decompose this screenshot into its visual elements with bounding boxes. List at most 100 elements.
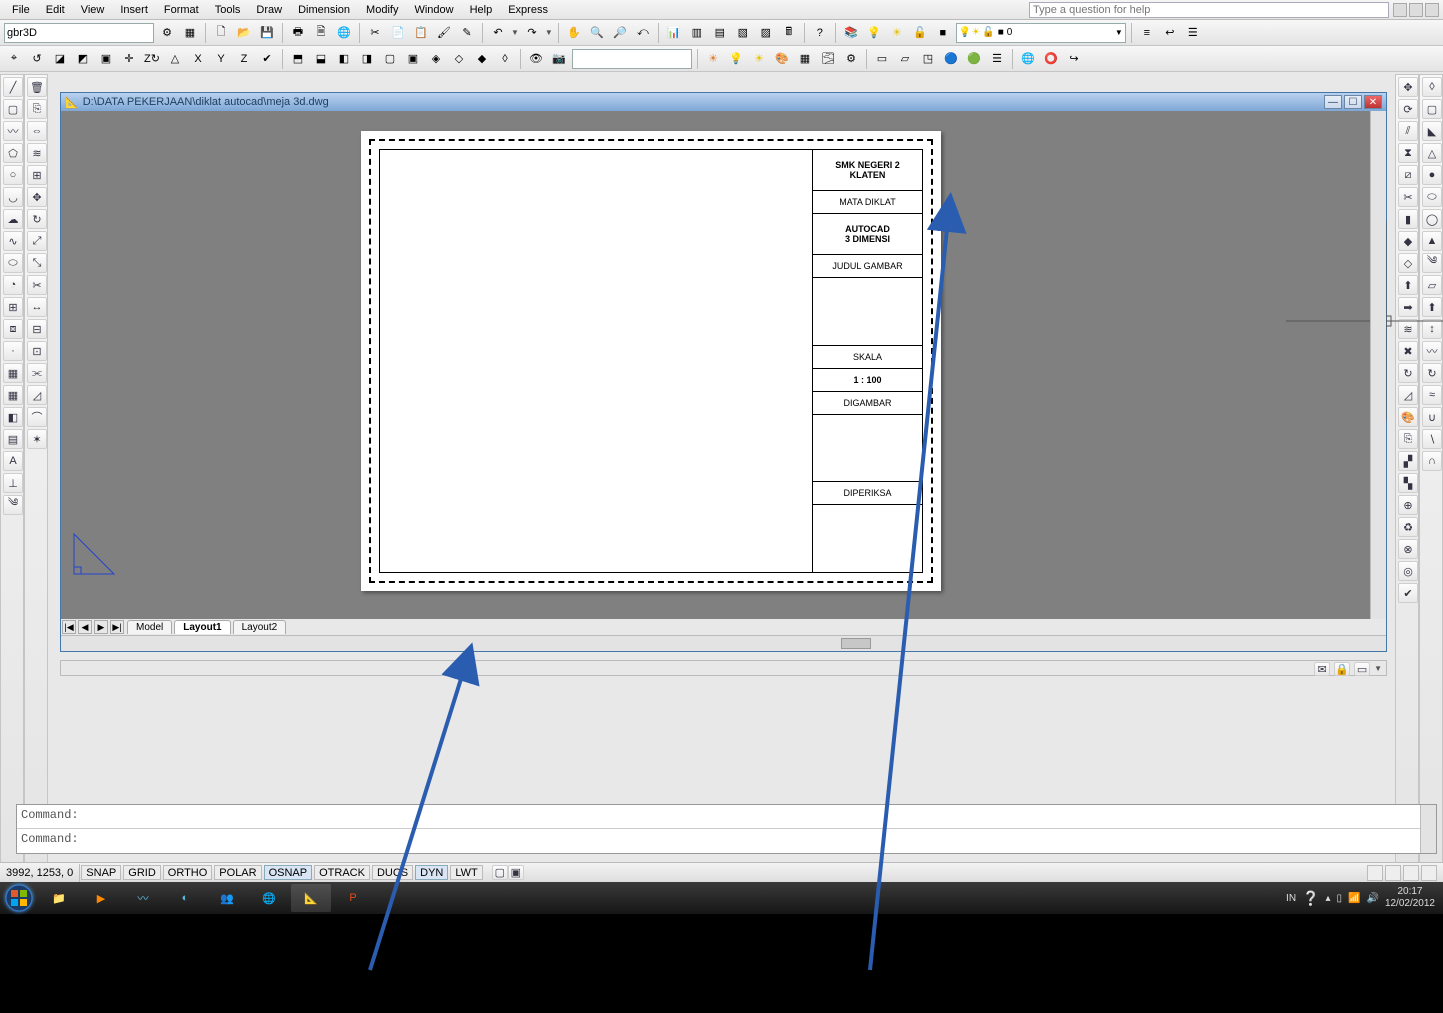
tab-layout2[interactable]: Layout2	[233, 620, 287, 634]
taskbar-media-icon[interactable]: ▶	[81, 884, 121, 912]
taskbar-app3-icon[interactable]: 👥	[207, 884, 247, 912]
ucs-world-icon[interactable]: ⌖	[4, 49, 24, 69]
ucs-face-icon[interactable]: ◪	[50, 49, 70, 69]
break-at-icon[interactable]: ⊟	[27, 319, 47, 339]
taskbar-powerpoint-icon[interactable]: P	[333, 884, 373, 912]
view-left-icon[interactable]: ◧	[334, 49, 354, 69]
menu-draw[interactable]: Draw	[248, 2, 290, 18]
cut-icon[interactable]: ✂	[365, 23, 385, 43]
menu-express[interactable]: Express	[500, 2, 556, 18]
ucs-z-icon[interactable]: Z↻	[142, 49, 162, 69]
close-app-icon[interactable]	[1425, 3, 1439, 17]
vs-3dwire-icon[interactable]: ▱	[895, 49, 915, 69]
print-icon[interactable]: 🖶	[288, 23, 308, 43]
separate-icon[interactable]: ⊗	[1398, 539, 1418, 559]
tab-nav-next[interactable]: ▶	[94, 620, 108, 634]
thicken-icon[interactable]: ▮	[1398, 209, 1418, 229]
ucs-apply-icon[interactable]: ✔	[257, 49, 277, 69]
menu-edit[interactable]: Edit	[38, 2, 73, 18]
layer-iso-icon[interactable]: ☰	[1183, 23, 1203, 43]
menu-format[interactable]: Format	[156, 2, 207, 18]
drawing-hscroll[interactable]	[61, 635, 1386, 651]
adv-render-icon[interactable]: ⚙	[841, 49, 861, 69]
mirror-icon[interactable]: ⇔	[27, 121, 47, 141]
tray-wifi-icon[interactable]: 📶	[1348, 893, 1360, 904]
clean-icon[interactable]: ♻	[1398, 517, 1418, 537]
convtosolid-icon[interactable]: ◆	[1398, 231, 1418, 251]
imprint-icon[interactable]: ⊕	[1398, 495, 1418, 515]
3dmove-icon[interactable]: ✥	[1398, 77, 1418, 97]
minimize-app-icon[interactable]	[1393, 3, 1407, 17]
blockeditor-icon[interactable]: ✎	[457, 23, 477, 43]
arc-icon[interactable]: ◡	[3, 187, 23, 207]
view-bottom-icon[interactable]: ⬓	[311, 49, 331, 69]
break-icon[interactable]: ⊡	[27, 341, 47, 361]
taskbar-clock[interactable]: 20:17 12/02/2012	[1385, 886, 1435, 910]
tray-volume-icon[interactable]: 🔊	[1366, 893, 1378, 904]
extend-icon[interactable]: ↔	[27, 297, 47, 317]
taskbar-chrome-icon[interactable]: 🌐	[249, 884, 289, 912]
vs-3dhidden-icon[interactable]: ◳	[918, 49, 938, 69]
helix3d-icon[interactable]: ༄	[1422, 253, 1442, 273]
scale-icon[interactable]: ⤢	[27, 231, 47, 251]
sheetset-icon[interactable]: ▧	[733, 23, 753, 43]
tray-dropdown-icon[interactable]: ▼	[1374, 662, 1382, 676]
layer-sun-icon[interactable]: ☀	[887, 23, 907, 43]
view-front-icon[interactable]: ▢	[380, 49, 400, 69]
view-combo[interactable]	[572, 49, 692, 69]
shell-icon[interactable]: ◎	[1398, 561, 1418, 581]
revcloud-icon[interactable]: ☁	[3, 209, 23, 229]
3dalign-icon[interactable]: ⫽	[1398, 121, 1418, 141]
input-lang[interactable]: IN	[1286, 893, 1296, 904]
paste-icon[interactable]: 📋	[411, 23, 431, 43]
stretch-icon[interactable]: ⤡	[27, 253, 47, 273]
tab-nav-last[interactable]: ▶|	[110, 620, 124, 634]
colorface-icon[interactable]: 🎨	[1398, 407, 1418, 427]
view-nw-iso-icon[interactable]: ◊	[495, 49, 515, 69]
loft-icon[interactable]: ≈	[1422, 385, 1442, 405]
taskbar-app1-icon[interactable]: 〰	[123, 884, 163, 912]
toolpalettes-icon[interactable]: ▤	[710, 23, 730, 43]
designcenter-icon[interactable]: ▥	[687, 23, 707, 43]
menu-help[interactable]: Help	[462, 2, 501, 18]
offset-icon[interactable]: ≋	[27, 143, 47, 163]
cone-icon[interactable]: △	[1422, 143, 1442, 163]
redo-icon[interactable]: ↷	[522, 23, 542, 43]
view-ne-iso-icon[interactable]: ◆	[472, 49, 492, 69]
explode-icon[interactable]: ✶	[27, 429, 47, 449]
menu-window[interactable]: Window	[406, 2, 461, 18]
view-right-icon[interactable]: ◨	[357, 49, 377, 69]
quickcalc-icon[interactable]: 🖩	[779, 23, 799, 43]
status-toggle-grid[interactable]: GRID	[123, 865, 161, 880]
slice-icon[interactable]: ✂	[1398, 187, 1418, 207]
3drotate-icon[interactable]: ⟳	[1398, 99, 1418, 119]
close-drawing-icon[interactable]: ✕	[1364, 95, 1382, 109]
box3d-icon[interactable]: ▢	[1422, 99, 1442, 119]
ucs-x-icon[interactable]: X	[188, 49, 208, 69]
zoom-previous-icon[interactable]: ⤺	[633, 23, 653, 43]
menu-file[interactable]: File	[4, 2, 38, 18]
new-icon[interactable]: 🗋	[211, 23, 231, 43]
workspace-switch-icon[interactable]	[1403, 865, 1419, 881]
ucs-3point-icon[interactable]: △	[165, 49, 185, 69]
tab-layout1[interactable]: Layout1	[174, 620, 230, 634]
save-icon[interactable]: 💾	[257, 23, 277, 43]
copyface-icon[interactable]: ⎘	[1398, 429, 1418, 449]
line-icon[interactable]: ╱	[3, 77, 23, 97]
vs-manage-icon[interactable]: ☰	[987, 49, 1007, 69]
view-sw-iso-icon[interactable]: ◈	[426, 49, 446, 69]
render-icon[interactable]: ☀	[703, 49, 723, 69]
command-input-line[interactable]: Command:	[17, 829, 1436, 853]
help-icon[interactable]: ?	[810, 23, 830, 43]
polyline-icon[interactable]: 〰	[3, 121, 23, 141]
status-toggle-ortho[interactable]: ORTHO	[163, 865, 213, 880]
status-toggle-lwt[interactable]: LWT	[450, 865, 482, 880]
lights-icon[interactable]: 💡	[726, 49, 746, 69]
torus-icon[interactable]: ◯	[1422, 209, 1442, 229]
sun-icon[interactable]: ☀	[749, 49, 769, 69]
status-toggle-otrack[interactable]: OTRACK	[314, 865, 370, 880]
tab-nav-first[interactable]: |◀	[62, 620, 76, 634]
pan-icon[interactable]: ✋	[564, 23, 584, 43]
polygon-icon[interactable]: ⬠	[3, 143, 23, 163]
layer-previous-icon[interactable]: ↩	[1160, 23, 1180, 43]
